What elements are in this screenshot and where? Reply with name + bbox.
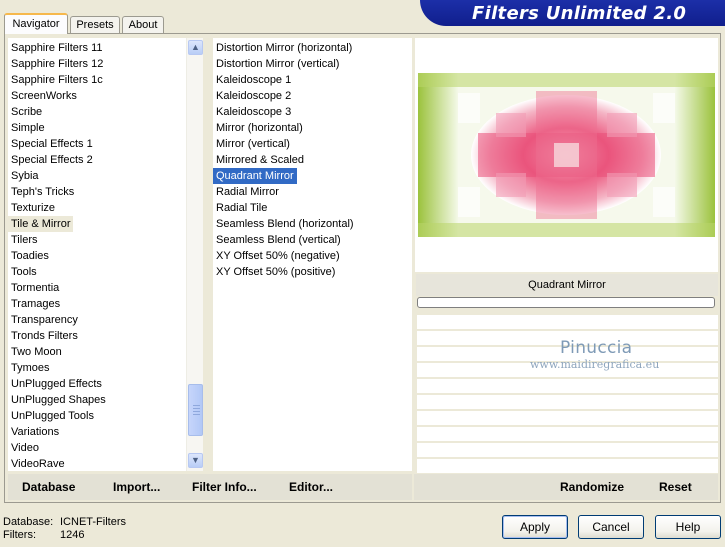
scroll-down-button[interactable]: ▼ bbox=[188, 453, 203, 468]
preview-caption: Quadrant Mirror bbox=[416, 274, 718, 296]
filter-list[interactable]: Distortion Mirror (horizontal) Distortion… bbox=[213, 38, 412, 471]
editor-button[interactable]: Editor... bbox=[289, 480, 333, 494]
preview-pane bbox=[415, 38, 718, 272]
category-item[interactable]: Toadies bbox=[8, 248, 52, 264]
parameter-slot bbox=[417, 443, 718, 457]
category-item[interactable]: Simple bbox=[8, 120, 48, 136]
filters-value: 1246 bbox=[60, 529, 85, 541]
category-item[interactable]: Sapphire Filters 1c bbox=[8, 72, 106, 88]
category-item[interactable]: UnPlugged Tools bbox=[8, 408, 97, 424]
filter-item[interactable]: Kaleidoscope 2 bbox=[213, 88, 294, 104]
parameter-slot bbox=[417, 395, 718, 409]
filter-item[interactable]: Seamless Blend (horizontal) bbox=[213, 216, 357, 232]
category-item[interactable]: Sapphire Filters 11 bbox=[8, 40, 106, 56]
scroll-thumb[interactable] bbox=[188, 384, 203, 436]
category-item[interactable]: ScreenWorks bbox=[8, 88, 80, 104]
filter-item[interactable]: Kaleidoscope 3 bbox=[213, 104, 294, 120]
scroll-up-button[interactable]: ▲ bbox=[188, 40, 203, 55]
chevron-up-icon: ▲ bbox=[191, 42, 200, 52]
reset-button[interactable]: Reset bbox=[659, 480, 692, 494]
filter-item[interactable]: Mirror (horizontal) bbox=[213, 120, 306, 136]
category-item[interactable]: Sybia bbox=[8, 168, 42, 184]
category-item[interactable]: Tormentia bbox=[8, 280, 62, 296]
filters-label: Filters: bbox=[3, 529, 36, 541]
category-item[interactable]: Tronds Filters bbox=[8, 328, 81, 344]
filter-item[interactable]: XY Offset 50% (negative) bbox=[213, 248, 343, 264]
filter-item[interactable]: Quadrant Mirror bbox=[213, 168, 297, 184]
filters-status: Filters: 1246 bbox=[3, 529, 84, 541]
filter-item[interactable]: Mirrored & Scaled bbox=[213, 152, 307, 168]
filter-item[interactable]: Distortion Mirror (vertical) bbox=[213, 56, 342, 72]
parameter-slot bbox=[417, 411, 718, 425]
category-list[interactable]: Sapphire Filters 11 Sapphire Filters 12 Sa… bbox=[8, 38, 186, 471]
preview-image bbox=[418, 73, 715, 237]
category-item[interactable]: Sapphire Filters 12 bbox=[8, 56, 106, 72]
import-button[interactable]: Import... bbox=[113, 480, 160, 494]
watermark-url: www.maidiregrafica.eu bbox=[530, 358, 660, 371]
category-item[interactable]: Tile & Mirror bbox=[8, 216, 74, 232]
filter-item[interactable]: Seamless Blend (vertical) bbox=[213, 232, 344, 248]
category-item[interactable]: Transparency bbox=[8, 312, 81, 328]
database-button[interactable]: Database bbox=[22, 480, 75, 494]
app-title: Filters Unlimited 2.0 bbox=[472, 3, 687, 24]
tab-about[interactable]: About bbox=[122, 16, 164, 34]
randomize-button[interactable]: Randomize bbox=[560, 480, 624, 494]
category-item[interactable]: Special Effects 1 bbox=[8, 136, 96, 152]
filter-item[interactable]: Radial Mirror bbox=[213, 184, 282, 200]
category-item[interactable]: UnPlugged Effects bbox=[8, 376, 105, 392]
filter-item[interactable]: Distortion Mirror (horizontal) bbox=[213, 40, 355, 56]
parameter-slot bbox=[417, 427, 718, 441]
category-item[interactable]: Variations bbox=[8, 424, 62, 440]
filter-item[interactable]: Mirror (vertical) bbox=[213, 136, 293, 152]
category-item[interactable]: Video bbox=[8, 440, 42, 456]
filter-item[interactable]: Kaleidoscope 1 bbox=[213, 72, 294, 88]
category-item[interactable]: Special Effects 2 bbox=[8, 152, 96, 168]
database-label: Database: bbox=[3, 516, 54, 528]
category-item[interactable]: Tramages bbox=[8, 296, 63, 312]
tab-presets[interactable]: Presets bbox=[70, 16, 120, 34]
parameter-slot bbox=[417, 315, 718, 329]
category-item[interactable]: Teph's Tricks bbox=[8, 184, 77, 200]
filter-item[interactable]: Radial Tile bbox=[213, 200, 270, 216]
parameter-slot bbox=[417, 379, 718, 393]
category-item[interactable]: Tools bbox=[8, 264, 40, 280]
parameter-area bbox=[417, 312, 718, 473]
filter-item[interactable]: XY Offset 50% (positive) bbox=[213, 264, 338, 280]
chevron-down-icon: ▼ bbox=[191, 455, 200, 465]
cancel-button[interactable]: Cancel bbox=[578, 515, 644, 539]
category-item[interactable]: Two Moon bbox=[8, 344, 65, 360]
database-value: ICNET-Filters bbox=[60, 516, 126, 528]
filter-info-button[interactable]: Filter Info... bbox=[192, 480, 257, 494]
apply-button[interactable]: Apply bbox=[502, 515, 568, 539]
parameter-slot bbox=[417, 459, 718, 473]
tab-navigator[interactable]: Navigator bbox=[4, 13, 68, 34]
category-item[interactable]: Tilers bbox=[8, 232, 40, 248]
category-item[interactable]: Scribe bbox=[8, 104, 45, 120]
category-item[interactable]: VideoRave bbox=[8, 456, 68, 471]
watermark-name: Pinuccia bbox=[560, 338, 633, 358]
category-item[interactable]: UnPlugged Shapes bbox=[8, 392, 109, 408]
category-item[interactable]: Tymoes bbox=[8, 360, 53, 376]
category-scrollbar[interactable]: ▲ ▼ bbox=[186, 38, 203, 471]
help-button[interactable]: Help bbox=[655, 515, 721, 539]
progress-bar bbox=[417, 297, 715, 308]
database-status: Database: ICNET-Filters bbox=[3, 516, 126, 528]
category-item[interactable]: Texturize bbox=[8, 200, 58, 216]
